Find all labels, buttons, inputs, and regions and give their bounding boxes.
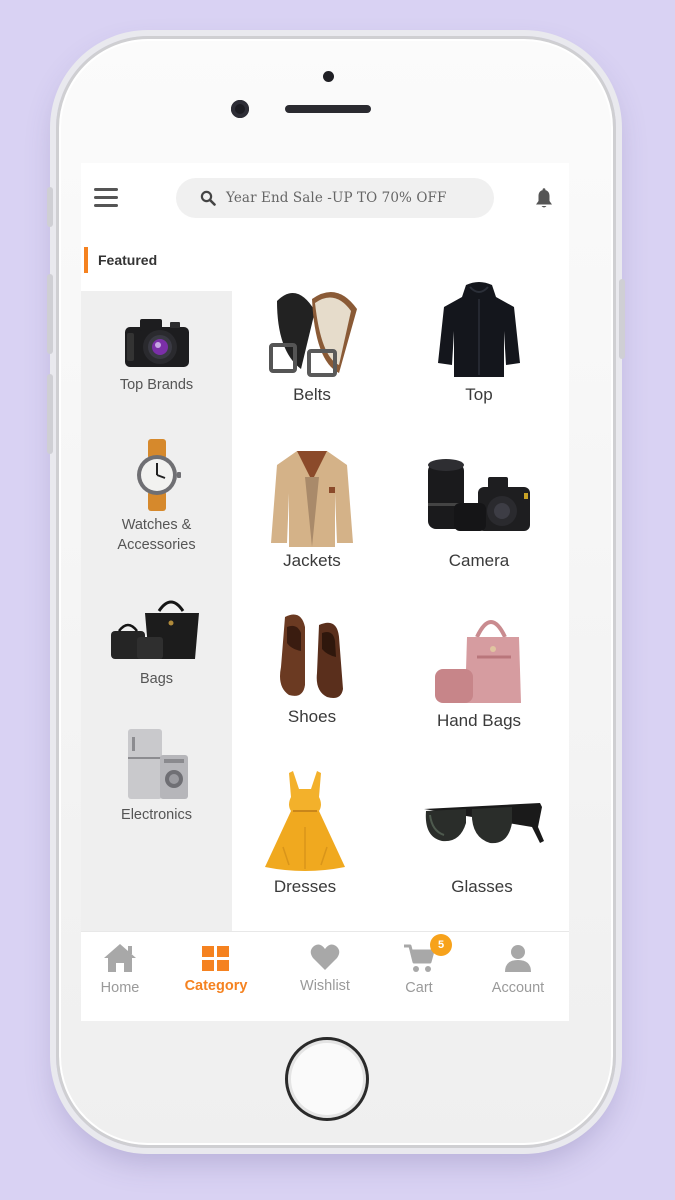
category-tile-glasses[interactable]: Glasses: [402, 783, 562, 897]
sidebar-label-electronics: Electronics: [121, 807, 192, 823]
nav-label-account: Account: [491, 980, 545, 996]
category-tile-belts[interactable]: Belts: [232, 281, 392, 405]
power-button: [619, 279, 625, 359]
home-icon: [104, 944, 136, 972]
nav-item-account[interactable]: Account: [473, 942, 563, 996]
handbags-icon: [435, 620, 521, 703]
front-camera: [231, 100, 249, 118]
mute-switch: [47, 187, 53, 227]
dress-icon: [265, 771, 345, 871]
nav-item-cart[interactable]: 5 Cart: [374, 934, 464, 996]
volume-down-button: [47, 374, 53, 454]
cart-count-badge: 5: [430, 934, 452, 956]
category-tile-shoes[interactable]: Shoes: [232, 607, 392, 727]
jacket-icon: [271, 451, 353, 547]
hoodie-top-icon: [438, 282, 520, 377]
category-tile-top[interactable]: Top: [399, 281, 559, 405]
heart-icon: [310, 944, 340, 970]
category-tile-hand-bags[interactable]: Hand Bags: [399, 607, 559, 731]
search-placeholder: Year End Sale -UP TO 70% OFF: [226, 190, 447, 206]
nav-label-home: Home: [100, 980, 140, 996]
tile-label-top: Top: [465, 385, 493, 404]
notification-bell-icon[interactable]: [534, 188, 554, 210]
nav-label-cart: Cart: [405, 980, 433, 996]
sidebar-label-bags: Bags: [139, 671, 174, 687]
camera-lenses-icon: [428, 459, 530, 531]
home-button[interactable]: [285, 1037, 369, 1121]
search-bar[interactable]: Year End Sale -UP TO 70% OFF: [176, 178, 494, 218]
tile-label-belts: Belts: [293, 385, 331, 404]
sunglasses-icon: [424, 803, 544, 844]
dslr-camera-icon: [124, 319, 189, 367]
sidebar-label-line-2: Accessories: [117, 537, 196, 553]
user-icon: [505, 945, 531, 972]
sidebar-label-watches-accessories: Watches & Accessories: [81, 515, 232, 555]
appliances-icon: [127, 729, 188, 799]
tile-label-hand-bags: Hand Bags: [436, 711, 522, 730]
nav-item-home[interactable]: Home: [81, 942, 165, 996]
tile-label-camera: Camera: [448, 551, 510, 570]
nav-label-wishlist: Wishlist: [300, 978, 350, 994]
sidebar-item-electronics[interactable]: Electronics: [81, 727, 232, 825]
nav-item-category[interactable]: Category: [171, 942, 261, 994]
category-tile-camera[interactable]: Camera: [399, 447, 559, 571]
wrist-watch-icon: [136, 439, 181, 511]
category-sidebar: Top Brands Watches & Accessories Bags El…: [81, 291, 232, 933]
nav-item-wishlist[interactable]: Wishlist: [280, 942, 370, 994]
volume-up-button: [47, 274, 53, 354]
category-tile-jackets[interactable]: Jackets: [232, 447, 392, 571]
sidebar-label-top-brands: Top Brands: [119, 377, 194, 393]
sidebar-item-watches-accessories[interactable]: Watches & Accessories: [81, 439, 232, 555]
top-bar: Year End Sale -UP TO 70% OFF: [81, 163, 569, 233]
hamburger-menu-icon[interactable]: [94, 188, 118, 208]
sidebar-label-line-1: Watches &: [121, 517, 192, 533]
belts-icon: [269, 291, 357, 377]
featured-title: Featured: [98, 252, 158, 268]
tile-label-shoes: Shoes: [287, 707, 337, 726]
category-tile-dresses[interactable]: Dresses: [225, 767, 385, 897]
bottom-navigation: Home Category Wishlist 5 Cart Account: [81, 931, 569, 1021]
tile-label-glasses: Glasses: [451, 877, 513, 896]
app-screen: Year End Sale -UP TO 70% OFF Featured To…: [81, 163, 569, 1021]
sidebar-item-bags[interactable]: Bags: [81, 593, 232, 689]
sidebar-item-top-brands[interactable]: Top Brands: [81, 315, 232, 395]
category-grid-icon: [202, 946, 229, 971]
featured-heading: Featured: [84, 247, 157, 273]
nav-label-category: Category: [184, 978, 248, 994]
proximity-sensor: [323, 71, 334, 82]
bags-set-icon: [110, 600, 199, 659]
shoes-icon: [280, 614, 343, 698]
earpiece-speaker: [285, 105, 371, 113]
tile-label-dresses: Dresses: [273, 877, 337, 896]
search-icon: [200, 190, 216, 206]
tile-label-jackets: Jackets: [283, 551, 341, 570]
